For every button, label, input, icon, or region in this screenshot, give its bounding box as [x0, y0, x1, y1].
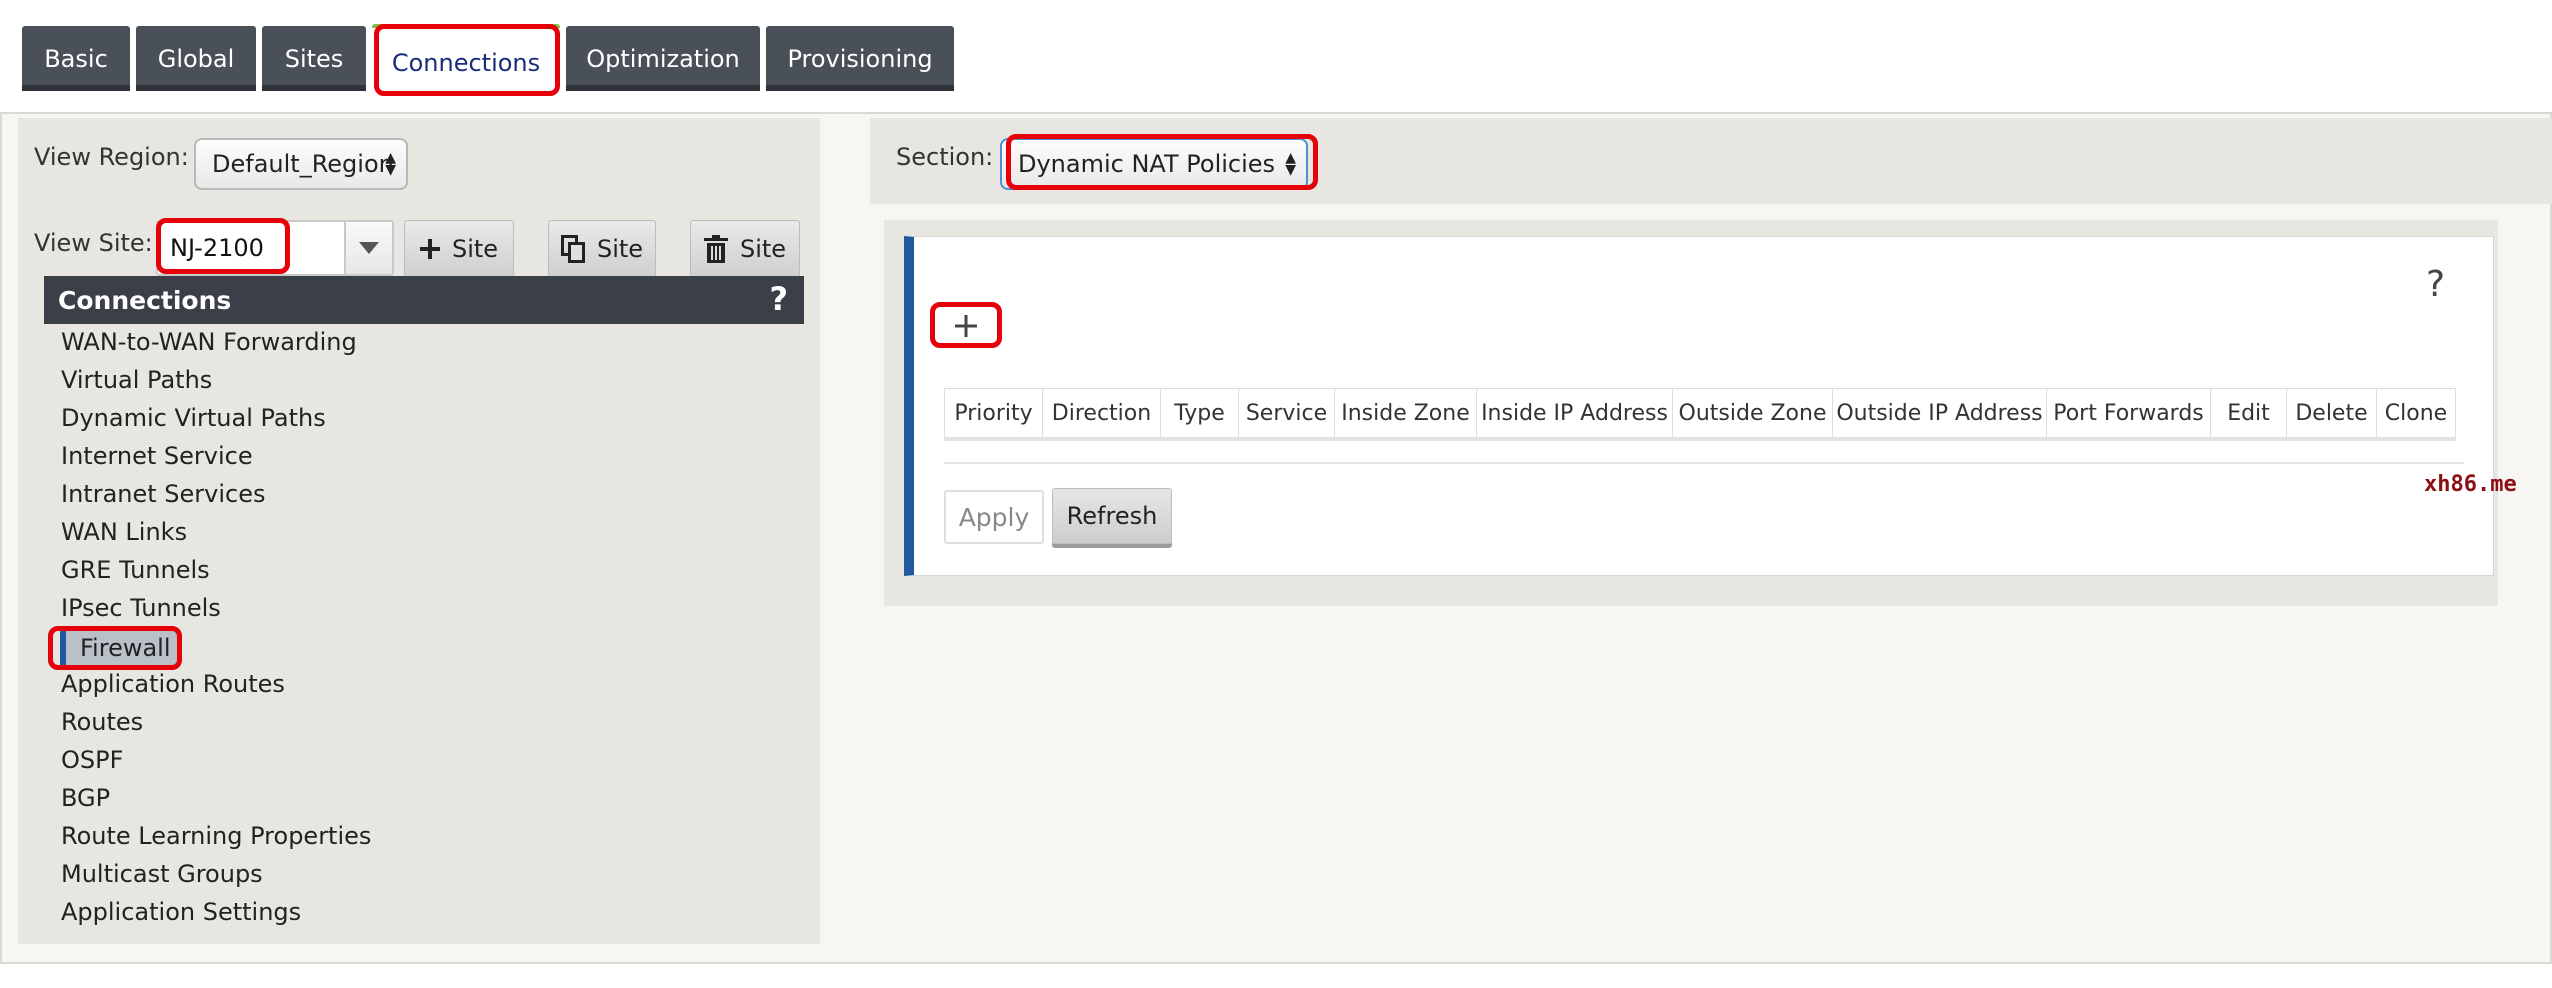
card-help-icon[interactable]: ? [2426, 264, 2445, 305]
tab-connections[interactable]: Connections [372, 24, 560, 98]
menu-item-application-routes[interactable]: Application Routes [61, 670, 285, 698]
apply-button[interactable]: Apply [944, 490, 1044, 544]
plus-icon [955, 315, 977, 337]
add-site-button[interactable]: Site [404, 220, 514, 278]
menu-item-bgp[interactable]: BGP [61, 784, 110, 812]
menu-item-multicast-groups[interactable]: Multicast Groups [61, 860, 263, 888]
menu-item-ipsec-tunnels[interactable]: IPsec Tunnels [61, 594, 221, 622]
column-clone: Clone [2376, 388, 2456, 438]
delete-site-label: Site [739, 235, 787, 263]
menu-item-firewall-label: Firewall [80, 634, 171, 662]
nat-policy-table-header: Priority Direction Type Service Inside Z… [944, 388, 2456, 441]
plus-icon [419, 239, 440, 259]
column-inside-ip-address: Inside IP Address [1476, 388, 1672, 438]
section-value: Dynamic NAT Policies [1018, 150, 1276, 178]
menu-item-dynamic-virtual-paths[interactable]: Dynamic Virtual Paths [61, 404, 326, 432]
add-policy-button[interactable] [934, 304, 998, 348]
card-divider [944, 462, 2464, 464]
view-region-value: Default_Region [212, 150, 394, 178]
section-select[interactable]: Dynamic NAT Policies ▲ ▼ [1000, 138, 1308, 190]
menu-item-virtual-paths[interactable]: Virtual Paths [61, 366, 212, 394]
menu-item-gre-tunnels[interactable]: GRE Tunnels [61, 556, 210, 584]
help-icon[interactable]: ? [769, 280, 788, 318]
select-arrows-icon: ▲ ▼ [385, 150, 396, 178]
copy-icon [560, 235, 585, 263]
menu-item-intranet-services[interactable]: Intranet Services [61, 480, 266, 508]
trash-icon [703, 235, 728, 263]
view-site-combobox[interactable]: NJ-2100 [156, 220, 394, 276]
delete-site-button[interactable]: Site [690, 220, 800, 278]
menu-item-firewall[interactable]: Firewall [60, 630, 177, 666]
view-region-select[interactable]: Default_Region ▲ ▼ [194, 138, 408, 190]
connections-menu-header: Connections ? [44, 276, 804, 324]
menu-item-internet-service[interactable]: Internet Service [61, 442, 253, 470]
column-service: Service [1238, 388, 1334, 438]
copy-site-label: Site [596, 235, 644, 263]
column-outside-zone: Outside Zone [1672, 388, 1832, 438]
section-label: Section: [896, 143, 994, 171]
column-edit: Edit [2210, 388, 2286, 438]
menu-item-wan-to-wan-forwarding[interactable]: WAN-to-WAN Forwarding [61, 328, 357, 356]
tab-optimization[interactable]: Optimization [566, 26, 760, 91]
tab-global[interactable]: Global [136, 26, 256, 91]
column-port-forwards: Port Forwards [2046, 388, 2210, 438]
menu-item-route-learning-properties[interactable]: Route Learning Properties [61, 822, 371, 850]
column-direction: Direction [1042, 388, 1160, 438]
connections-menu-title: Connections [58, 285, 232, 315]
column-inside-zone: Inside Zone [1334, 388, 1476, 438]
menu-item-ospf[interactable]: OSPF [61, 746, 123, 774]
column-outside-ip-address: Outside IP Address [1832, 388, 2046, 438]
select-arrows-icon: ▲ ▼ [1285, 150, 1296, 178]
menu-item-routes[interactable]: Routes [61, 708, 143, 736]
column-priority: Priority [944, 388, 1042, 438]
column-delete: Delete [2286, 388, 2376, 438]
column-type: Type [1160, 388, 1238, 438]
view-site-dropdown-button[interactable] [344, 222, 392, 274]
view-site-label: View Site: [34, 229, 153, 257]
chevron-down-icon [359, 242, 379, 254]
refresh-button[interactable]: Refresh [1052, 488, 1172, 544]
tab-provisioning[interactable]: Provisioning [766, 26, 954, 91]
view-region-label: View Region: [34, 143, 189, 171]
menu-item-wan-links[interactable]: WAN Links [61, 518, 187, 546]
copy-site-button[interactable]: Site [548, 220, 656, 278]
menu-item-application-settings[interactable]: Application Settings [61, 898, 301, 926]
tab-basic[interactable]: Basic [22, 26, 130, 91]
view-site-value: NJ-2100 [170, 234, 264, 262]
tab-sites[interactable]: Sites [262, 26, 366, 91]
watermark: xh86.me [2424, 472, 2517, 497]
add-site-label: Site [451, 235, 499, 263]
